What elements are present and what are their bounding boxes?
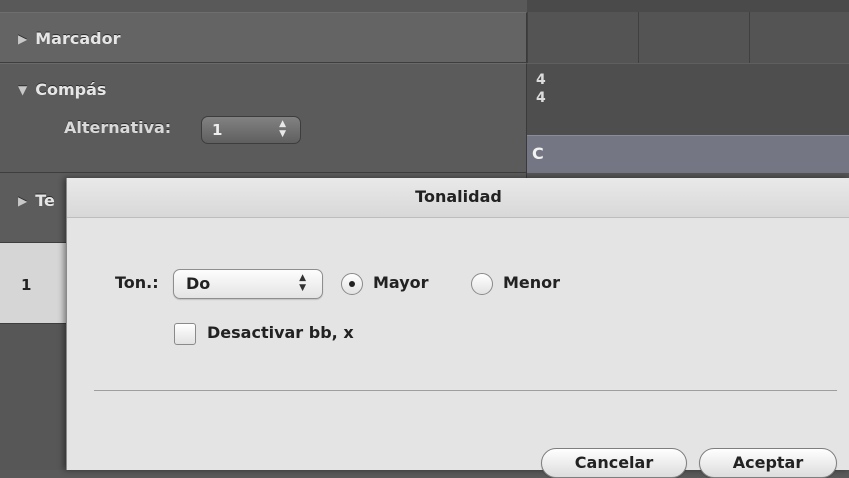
- marker-track-label: Marcador: [35, 29, 121, 48]
- cancel-button[interactable]: Cancelar: [541, 448, 687, 478]
- meter-track-header[interactable]: ▼ Compás: [18, 80, 106, 99]
- disclosure-triangle-down-icon[interactable]: ▼: [18, 83, 27, 97]
- disclosure-triangle-right-icon[interactable]: ▶: [18, 194, 27, 208]
- alternative-stepper[interactable]: 1 ▲ ▼: [201, 116, 301, 144]
- disable-double-flats-label[interactable]: Desactivar bb, x: [207, 323, 354, 342]
- alternative-value: 1: [212, 121, 223, 139]
- alternative-label: Alternativa:: [64, 118, 172, 137]
- dialog-separator: [94, 390, 837, 391]
- key-signature-region[interactable]: C: [527, 135, 849, 174]
- mode-major-radio[interactable]: [341, 273, 363, 295]
- dialog-title: Tonalidad: [67, 178, 849, 218]
- popup-arrows-icon: ▲ ▼: [299, 273, 306, 293]
- mode-minor-radio[interactable]: [471, 273, 493, 295]
- disclosure-triangle-right-icon[interactable]: ▶: [18, 32, 27, 46]
- ok-button[interactable]: Aceptar: [699, 448, 837, 478]
- grid-line: [749, 12, 750, 63]
- dialog-body: Ton.: Do ▲ ▼ Mayor Menor Desactivar bb, x…: [67, 218, 849, 478]
- key-popup-value: Do: [186, 274, 211, 293]
- stepper-arrows-icon[interactable]: ▲ ▼: [279, 119, 286, 139]
- mode-minor-label[interactable]: Menor: [503, 273, 560, 292]
- mode-major-label[interactable]: Mayor: [373, 273, 429, 292]
- key-signature-dialog: Tonalidad Ton.: Do ▲ ▼ Mayor Menor Desact…: [66, 178, 849, 478]
- time-signature-top: 4: [536, 72, 546, 88]
- radio-selected-dot: [349, 281, 355, 287]
- disable-double-flats-checkbox[interactable]: [174, 323, 196, 345]
- marker-track-header[interactable]: ▶ Marcador: [18, 29, 120, 48]
- key-popup[interactable]: Do ▲ ▼: [173, 269, 323, 299]
- time-signature-bottom: 4: [536, 90, 546, 106]
- meter-track-label: Compás: [35, 80, 107, 99]
- grid-line: [527, 12, 528, 63]
- track-number: 1: [21, 276, 32, 294]
- meter-lane[interactable]: [527, 63, 849, 136]
- tempo-track-label: Te: [35, 191, 55, 210]
- key-signature-label: C: [532, 144, 544, 163]
- grid-line: [638, 12, 639, 63]
- key-label: Ton.:: [115, 273, 159, 292]
- tempo-track-header[interactable]: ▶ Te: [18, 191, 55, 210]
- marker-lane-grid: [527, 12, 849, 63]
